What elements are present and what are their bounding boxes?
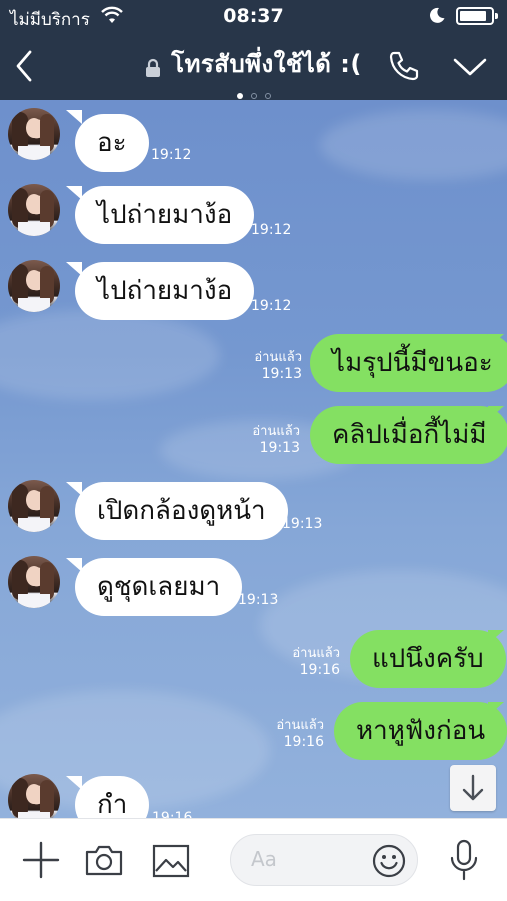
message-time: 19:12 — [251, 298, 292, 314]
chat-header: โทรสับพึ่งใช้ได้ :( — [0, 32, 507, 100]
image-icon[interactable] — [152, 844, 190, 878]
chat-title-area[interactable]: โทรสับพึ่งใช้ได้ :( — [0, 44, 507, 83]
message-bubble-incoming[interactable]: กำ — [75, 776, 150, 818]
message-input-placeholder: Aa — [251, 847, 277, 871]
status-bar: ไม่มีบริการ 08:37 — [0, 0, 507, 32]
message-meta: อ่านแล้ว 19:16 — [262, 646, 340, 678]
message-time: 19:13 — [259, 440, 300, 456]
message-bubble-outgoing[interactable]: คลิปเมื่อกี้ไม่มี — [310, 406, 507, 464]
camera-icon[interactable] — [84, 843, 124, 877]
message-bubble-outgoing[interactable]: แปนึงครับ — [350, 630, 506, 688]
message-time: 19:13 — [261, 366, 302, 382]
page-dot — [236, 93, 243, 99]
read-receipt: อ่านแล้ว — [254, 350, 302, 365]
page-dot — [264, 93, 271, 99]
message-bubble-incoming[interactable]: ไปถ่ายมาง้อ — [75, 186, 255, 244]
smiley-icon[interactable] — [372, 844, 406, 878]
contact-avatar[interactable] — [8, 184, 60, 236]
arrow-down-icon — [462, 774, 484, 801]
scroll-to-bottom-button[interactable] — [450, 765, 496, 811]
message-time: 19:16 — [299, 662, 340, 678]
contact-avatar[interactable] — [8, 556, 60, 608]
message-meta: อ่านแล้ว 19:16 — [246, 718, 324, 750]
message-meta: อ่านแล้ว 19:13 — [222, 424, 300, 456]
read-receipt: อ่านแล้ว — [292, 646, 340, 661]
microphone-icon[interactable] — [448, 839, 480, 881]
message-time: 19:12 — [251, 222, 292, 238]
chat-title: โทรสับพึ่งใช้ได้ :( — [171, 50, 362, 78]
message-bubble-incoming[interactable]: ไปถ่ายมาง้อ — [75, 262, 255, 320]
read-receipt: อ่านแล้ว — [252, 424, 300, 439]
message-bubble-outgoing[interactable]: หาหูฟังก่อน — [334, 702, 507, 760]
message-bubble-outgoing[interactable]: ไมรุปนี้มีขนอะ — [310, 334, 507, 392]
contact-avatar[interactable] — [8, 260, 60, 312]
phone-icon[interactable] — [386, 48, 422, 84]
message-input[interactable]: Aa — [230, 834, 418, 886]
message-time: 19:13 — [238, 592, 279, 608]
contact-avatar[interactable] — [8, 774, 60, 818]
lock-icon — [146, 58, 161, 77]
message-time: 19:16 — [283, 734, 324, 750]
message-time: 19:16 — [152, 810, 193, 818]
contact-avatar[interactable] — [8, 108, 60, 160]
message-bubble-incoming[interactable]: เปิดกล้องดูหน้า — [75, 482, 288, 540]
plus-icon[interactable] — [22, 841, 60, 879]
message-time: 19:12 — [151, 147, 192, 163]
moon-icon — [429, 7, 445, 23]
message-bubble-incoming[interactable]: ดูชุดเลยมา — [75, 558, 243, 616]
read-receipt: อ่านแล้ว — [276, 718, 324, 733]
message-time: 19:13 — [282, 516, 323, 532]
chat-area[interactable]: อะ 19:12 ไปถ่ายมาง้อ 19:12 ไปถ่ายมาง้อ 1… — [0, 100, 507, 818]
battery-icon — [456, 7, 498, 25]
message-meta: อ่านแล้ว 19:13 — [224, 350, 302, 382]
chevron-down-icon[interactable] — [452, 52, 488, 82]
message-toolbar: Aa — [0, 818, 507, 901]
page-dot — [250, 93, 257, 99]
contact-avatar[interactable] — [8, 480, 60, 532]
message-bubble-incoming[interactable]: อะ — [75, 114, 149, 172]
